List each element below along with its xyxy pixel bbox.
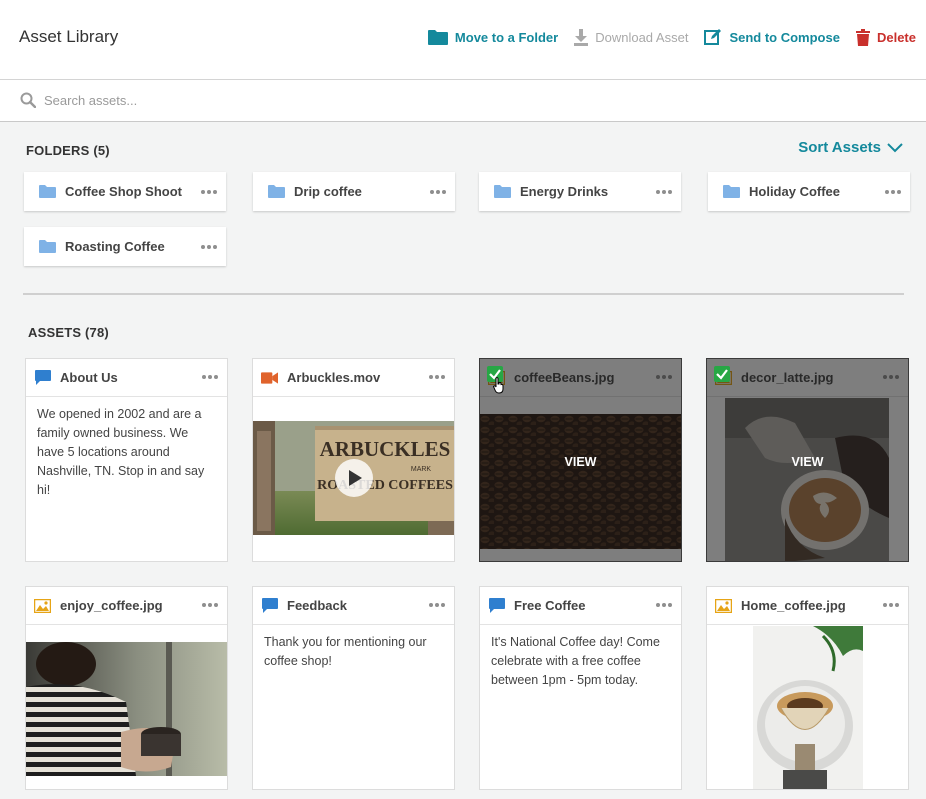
- asset-card[interactable]: Arbuckles.mov ARBUCKLES MARK ROASTED COF…: [252, 358, 455, 562]
- view-button[interactable]: VIEW: [480, 455, 681, 469]
- folder-icon: [39, 240, 56, 253]
- asset-card-header: enjoy_coffee.jpg: [26, 587, 227, 625]
- more-options-icon[interactable]: [656, 375, 672, 379]
- folder-item[interactable]: Coffee Shop Shoot: [24, 172, 226, 211]
- folder-icon: [427, 30, 448, 45]
- sort-assets-button[interactable]: Sort Assets: [798, 139, 903, 156]
- download-asset-button[interactable]: Download Asset: [574, 28, 689, 46]
- more-options-icon[interactable]: [430, 189, 446, 194]
- asset-card[interactable]: Home_coffee.jpg: [706, 586, 909, 790]
- asset-card-header: coffeeBeans.jpg: [480, 359, 681, 397]
- asset-text-body: It's National Coffee day! Come celebrate…: [491, 635, 660, 687]
- more-options-icon[interactable]: [202, 375, 218, 379]
- folder-icon: [39, 185, 56, 198]
- search-icon: [20, 92, 36, 108]
- folder-name: Coffee Shop Shoot: [65, 184, 182, 199]
- hand-cursor-icon: [493, 377, 504, 394]
- trash-icon: [855, 28, 870, 46]
- assets-heading: ASSETS (78): [28, 325, 109, 340]
- more-options-icon[interactable]: [883, 375, 899, 379]
- search-input[interactable]: [44, 89, 644, 111]
- asset-card-header: About Us: [26, 359, 227, 397]
- folders-heading: FOLDERS (5): [26, 143, 110, 158]
- folder-item[interactable]: Drip coffee: [253, 172, 455, 211]
- delete-button[interactable]: Delete: [855, 28, 916, 46]
- search-bar: [0, 80, 926, 122]
- send-to-compose-label: Send to Compose: [729, 29, 840, 45]
- asset-text-body: Thank you for mentioning our coffee shop…: [264, 635, 427, 668]
- page-title: Asset Library: [19, 27, 119, 46]
- image-thumbnail[interactable]: [26, 642, 227, 776]
- folder-icon: [494, 185, 511, 198]
- view-button[interactable]: VIEW: [707, 455, 908, 469]
- video-thumbnail[interactable]: ARBUCKLES MARK ROASTED COFFEES: [253, 421, 454, 535]
- video-camera-icon: [261, 371, 278, 384]
- asset-text-body: We opened in 2002 and are a family owned…: [37, 407, 205, 497]
- asset-card[interactable]: Free Coffee It's National Coffee day! Co…: [479, 586, 682, 790]
- folder-item[interactable]: Holiday Coffee: [708, 172, 910, 211]
- toolbar: Move to a Folder Download Asset Send to …: [412, 28, 916, 46]
- more-options-icon[interactable]: [885, 189, 901, 194]
- folder-icon: [723, 185, 740, 198]
- folder-icon: [268, 185, 285, 198]
- folder-item[interactable]: Roasting Coffee: [24, 227, 226, 266]
- send-to-compose-button[interactable]: Send to Compose: [704, 28, 840, 46]
- chat-bubble-icon: [488, 598, 505, 613]
- folder-item[interactable]: Energy Drinks: [479, 172, 681, 211]
- more-options-icon[interactable]: [429, 603, 445, 607]
- folder-name: Drip coffee: [294, 184, 362, 199]
- asset-card-header: Free Coffee: [480, 587, 681, 625]
- download-asset-label: Download Asset: [595, 29, 689, 45]
- asset-card-selected[interactable]: decor_latte.jpg VIEW: [706, 358, 909, 562]
- download-icon: [574, 28, 589, 46]
- asset-card[interactable]: About Us We opened in 2002 and are a fam…: [25, 358, 228, 562]
- folder-name: Energy Drinks: [520, 184, 609, 199]
- chat-bubble-icon: [34, 370, 51, 385]
- asset-card-selected[interactable]: coffeeBeans.jpg VIEW: [479, 358, 682, 562]
- edit-icon: [704, 29, 722, 45]
- asset-card-header: decor_latte.jpg: [707, 359, 908, 397]
- folder-name: Holiday Coffee: [749, 184, 841, 199]
- asset-card-header: Home_coffee.jpg: [707, 587, 908, 625]
- move-to-folder-button[interactable]: Move to a Folder: [427, 29, 559, 45]
- header-bar: Asset Library Move to a Folder Download …: [0, 0, 926, 80]
- chevron-down-icon: [887, 142, 903, 152]
- more-options-icon[interactable]: [201, 189, 217, 194]
- more-options-icon[interactable]: [429, 375, 445, 379]
- section-divider: [23, 293, 904, 295]
- image-icon: [715, 598, 732, 613]
- delete-label: Delete: [876, 29, 916, 45]
- folder-name: Roasting Coffee: [65, 239, 165, 254]
- chat-bubble-icon: [261, 598, 278, 613]
- more-options-icon[interactable]: [656, 189, 672, 194]
- more-options-icon[interactable]: [883, 603, 899, 607]
- asset-card-header: Arbuckles.mov: [253, 359, 454, 397]
- asset-card[interactable]: enjoy_coffee.jpg: [25, 586, 228, 790]
- move-to-folder-label: Move to a Folder: [454, 29, 559, 45]
- asset-card[interactable]: Feedback Thank you for mentioning our co…: [252, 586, 455, 790]
- checkbox-checked-icon[interactable]: [714, 366, 730, 382]
- more-options-icon[interactable]: [656, 603, 672, 607]
- image-thumbnail[interactable]: [480, 414, 681, 549]
- image-thumbnail[interactable]: [753, 626, 863, 789]
- image-icon: [34, 598, 51, 613]
- more-options-icon[interactable]: [202, 603, 218, 607]
- crate-sublabel: MARK: [411, 466, 432, 473]
- more-options-icon[interactable]: [201, 244, 217, 249]
- sort-assets-label: Sort Assets: [798, 139, 881, 156]
- asset-card-header: Feedback: [253, 587, 454, 625]
- crate-label: ARBUCKLES: [320, 437, 451, 461]
- image-thumbnail[interactable]: [725, 398, 889, 561]
